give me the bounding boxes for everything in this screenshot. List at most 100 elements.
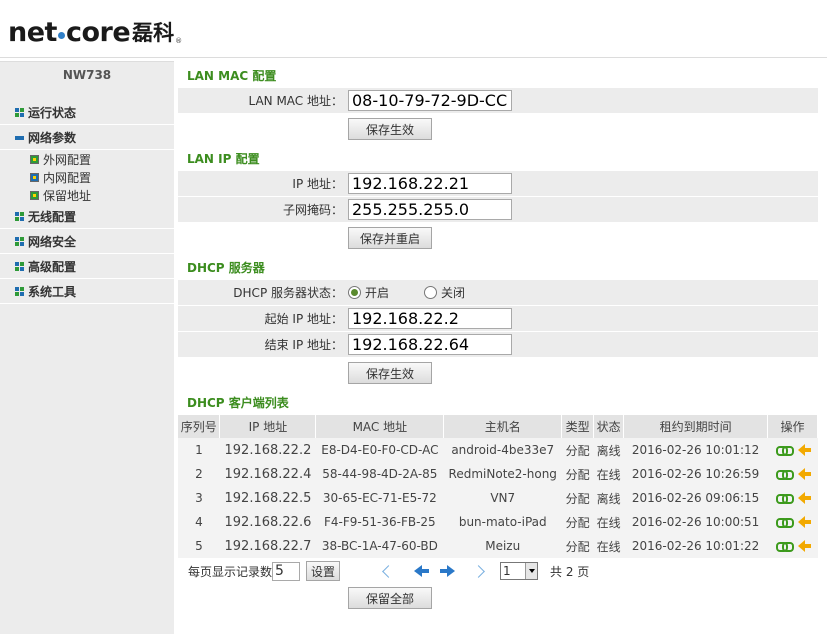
table-row: 5 192.168.22.7 38-BC-1A-47-60-BD Meizu 分配 在线 2… <box>178 534 818 558</box>
table-cell: VN7 <box>443 486 562 510</box>
submenu-item-label: 内网配置 <box>43 170 92 185</box>
submenu-item-lan[interactable]: 内网配置 <box>0 168 174 186</box>
set-per-page-button[interactable]: 设置 <box>306 561 341 581</box>
table-row: 4 192.168.22.6 F4-F9-51-36-FB-25 bun-mato-i… <box>178 510 818 534</box>
main-content: LAN MAC 配置 LAN MAC 地址： 08-10-79-72-9D-CC… <box>178 61 818 612</box>
end-ip-input[interactable]: 192.168.22.64 <box>348 334 512 355</box>
column-header: 序列号 <box>178 415 221 438</box>
menu-item-wireless[interactable]: 无线配置 <box>0 204 174 229</box>
menu-item-label: 网络安全 <box>28 234 77 249</box>
sidebar: NW738 运行状态 网络参数 外网配置 内网配置 保留地址 无线配置 网络安全… <box>0 61 174 634</box>
arrow-left-icon[interactable] <box>797 444 811 456</box>
netcore-logo: net core 磊科 ® <box>8 14 182 48</box>
table-cell: F4-F9-51-36-FB-25 <box>315 510 444 534</box>
bind-link-icon[interactable] <box>775 518 794 528</box>
lan-mac-input[interactable]: 08-10-79-72-9D-CC <box>348 90 512 111</box>
start-ip-label: 起始 IP 地址： <box>264 312 343 326</box>
logo-text-cn: 磊科 <box>132 21 175 45</box>
per-page-label: 每页显示记录数 <box>188 564 273 579</box>
mask-input[interactable]: 255.255.255.0 <box>348 199 512 220</box>
arrow-right-icon <box>440 565 456 577</box>
page-select[interactable]: 1 <box>500 562 539 580</box>
form-row-ip: IP 地址： 192.168.22.21 <box>178 171 818 197</box>
submenu-item-wan[interactable]: 外网配置 <box>0 150 174 168</box>
table-cell: 4 <box>178 510 220 534</box>
table-cell: 2016-02-26 10:01:12 <box>623 438 768 462</box>
form-row-start-ip: 起始 IP 地址： 192.168.22.2 <box>178 306 818 332</box>
client-table: 序列号 IP 地址 MAC 地址 主机名 类型 状态 租约到期时间 操作 1 19… <box>178 415 818 558</box>
save-all-button[interactable]: 保留全部 <box>348 587 432 609</box>
arrow-left-icon[interactable] <box>797 516 811 528</box>
column-header: 租约到期时间 <box>623 415 768 438</box>
arrow-left-icon[interactable] <box>797 468 811 480</box>
radio-dhcp-on[interactable]: 开启 <box>348 284 389 301</box>
column-header: 类型 <box>561 415 595 438</box>
table-cell: 192.168.22.5 <box>219 486 316 510</box>
table-cell: 2016-02-26 10:01:22 <box>623 534 768 558</box>
table-cell: 离线 <box>593 438 624 462</box>
last-page-button[interactable] <box>470 564 486 578</box>
ip-label: IP 地址： <box>292 177 343 191</box>
section-title-lan-mac: LAN MAC 配置 <box>187 69 277 83</box>
table-cell-ops <box>767 534 818 558</box>
menu-item-run-status[interactable]: 运行状态 <box>0 100 174 125</box>
table-cell-ops <box>767 486 818 510</box>
header: net core 磊科 ® <box>0 0 827 58</box>
table-cell: 30-65-EC-71-E5-72 <box>315 486 444 510</box>
table-cell: 分配 <box>561 462 594 486</box>
section-title-dhcp: DHCP 服务器 <box>187 261 265 275</box>
grid-icon <box>15 261 24 271</box>
menu-item-label: 运行状态 <box>28 105 77 120</box>
table-cell: 2 <box>178 462 220 486</box>
bullet-current-icon <box>30 172 39 182</box>
menu-item-network-params[interactable]: 网络参数 <box>0 125 174 150</box>
bind-link-icon[interactable] <box>775 470 794 480</box>
menu-item-label: 系统工具 <box>28 284 77 299</box>
table-cell: 192.168.22.2 <box>219 438 316 462</box>
arrow-left-icon[interactable] <box>797 540 811 552</box>
chevron-left-icon <box>381 564 395 578</box>
section-title-lan-ip: LAN IP 配置 <box>187 152 260 166</box>
table-cell-ops <box>767 438 818 462</box>
table-cell: 38-BC-1A-47-60-BD <box>315 534 444 558</box>
per-page-input[interactable]: 5 <box>272 561 301 581</box>
radio-dhcp-off[interactable]: 关闭 <box>424 284 465 301</box>
table-cell: 192.168.22.6 <box>219 510 316 534</box>
bind-link-icon[interactable] <box>775 494 794 504</box>
table-cell: Meizu <box>443 534 562 558</box>
grid-icon <box>15 236 24 246</box>
table-row: 2 192.168.22.4 58-44-98-4D-2A-85 RedmiNote2… <box>178 462 818 486</box>
table-cell: 1 <box>178 438 220 462</box>
arrow-left-icon[interactable] <box>797 492 811 504</box>
start-ip-input[interactable]: 192.168.22.2 <box>348 308 512 329</box>
grid-icon <box>15 107 24 117</box>
column-header: MAC 地址 <box>315 415 445 438</box>
lan-mac-label: LAN MAC 地址： <box>248 94 343 108</box>
table-cell: 58-44-98-4D-2A-85 <box>315 462 444 486</box>
next-page-button[interactable] <box>440 564 456 578</box>
device-model: NW738 <box>62 68 112 82</box>
save-restart-button[interactable]: 保存并重启 <box>348 227 432 249</box>
save-mac-button[interactable]: 保存生效 <box>348 118 432 140</box>
column-header: 状态 <box>593 415 625 438</box>
menu-item-label: 高级配置 <box>28 259 77 274</box>
menu-item-advanced[interactable]: 高级配置 <box>0 254 174 279</box>
minus-icon <box>15 135 24 140</box>
ip-input[interactable]: 192.168.22.21 <box>348 173 512 194</box>
save-dhcp-button[interactable]: 保存生效 <box>348 362 432 384</box>
prev-page-button[interactable] <box>410 564 430 578</box>
arrow-left-icon <box>414 565 430 577</box>
bind-link-icon[interactable] <box>775 542 794 552</box>
table-cell: RedmiNote2-hong <box>443 462 562 486</box>
bind-link-icon[interactable] <box>775 446 794 456</box>
first-page-button[interactable] <box>380 564 396 578</box>
menu-item-system-tools[interactable]: 系统工具 <box>0 279 174 304</box>
submenu-item-label: 保留地址 <box>43 188 92 203</box>
grid-icon <box>15 211 24 221</box>
logo-text-left: net <box>8 17 57 48</box>
radio-unchecked-icon <box>424 286 438 299</box>
page-select-value: 1 <box>503 564 511 578</box>
menu-item-security[interactable]: 网络安全 <box>0 229 174 254</box>
menu-item-label: 网络参数 <box>28 130 77 145</box>
submenu-item-reserved[interactable]: 保留地址 <box>0 186 174 204</box>
